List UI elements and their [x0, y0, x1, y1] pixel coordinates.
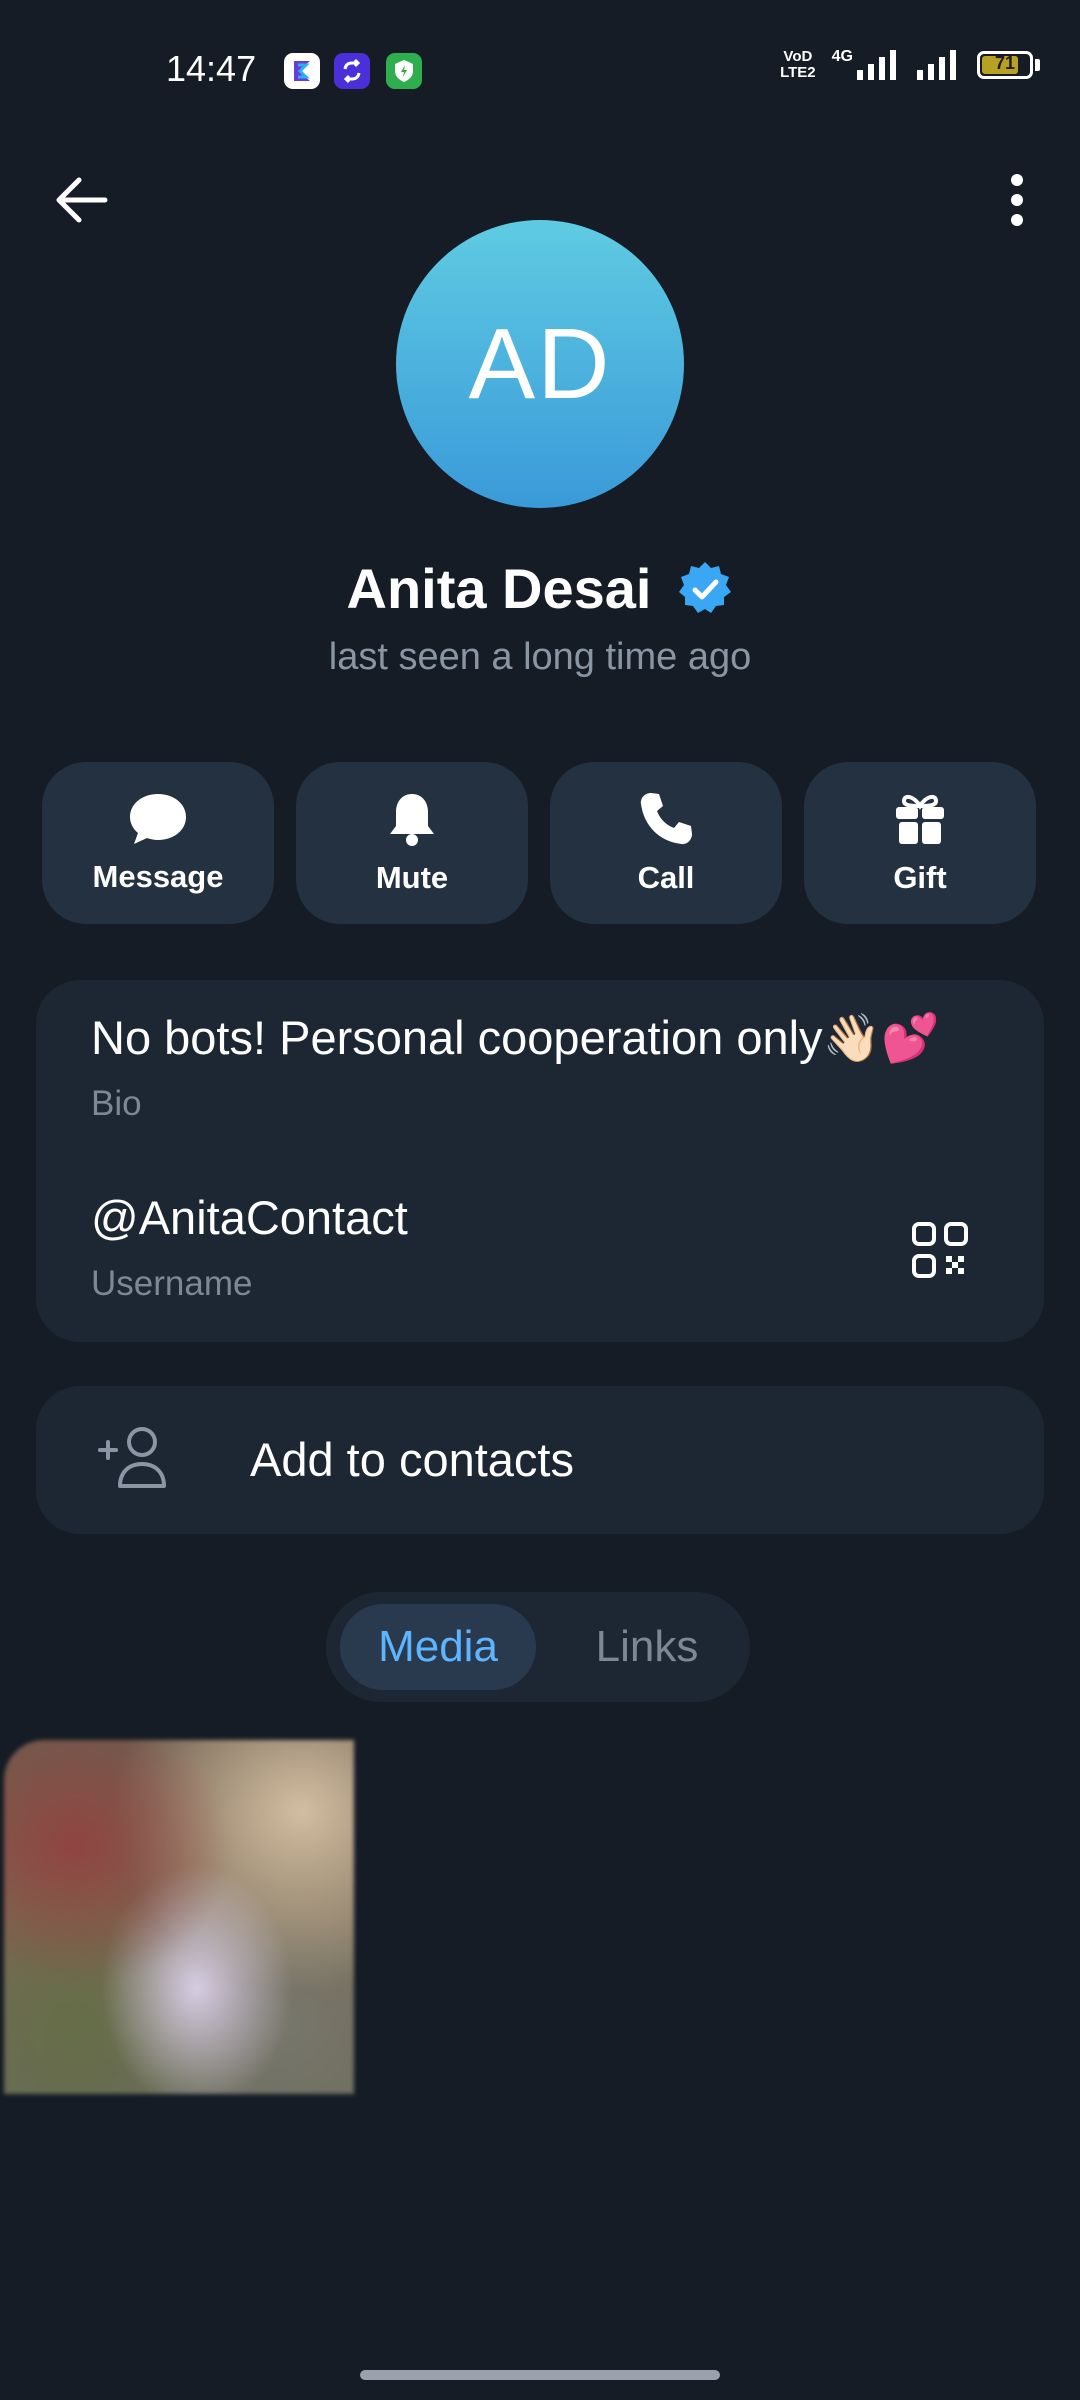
- status-indicators: VoD LTE2 4G 71: [780, 48, 1040, 82]
- profile-info-card: No bots! Personal cooperation only👋🏻💕 Bi…: [36, 980, 1044, 1342]
- battery-level: 71: [994, 53, 1016, 73]
- battery-icon: 71: [977, 51, 1033, 79]
- tab-media[interactable]: Media: [340, 1604, 536, 1690]
- app-notification-icon: [284, 53, 320, 89]
- arrow-left-icon: [56, 177, 108, 223]
- last-seen-status: last seen a long time ago: [328, 636, 752, 678]
- bell-icon: [390, 794, 434, 846]
- sync-app-icon: [334, 53, 370, 89]
- shield-app-icon: [386, 53, 422, 89]
- back-button[interactable]: [48, 168, 118, 232]
- mute-label: Mute: [375, 860, 449, 895]
- media-thumbnail[interactable]: [4, 1740, 354, 2094]
- action-buttons: Message Mute Call Gift: [42, 762, 1038, 924]
- verified-badge-icon[interactable]: [676, 560, 734, 618]
- call-button[interactable]: Call: [550, 762, 782, 924]
- profile-avatar[interactable]: AD: [396, 220, 684, 508]
- gift-icon: [896, 794, 944, 844]
- phone-icon: [640, 793, 692, 845]
- profile-name-row: Anita Desai: [0, 556, 1080, 621]
- profile-name: Anita Desai: [346, 557, 652, 620]
- gift-label: Gift: [893, 860, 947, 895]
- status-time: 14:47: [166, 48, 257, 89]
- tab-links[interactable]: Links: [562, 1604, 732, 1690]
- bio-text[interactable]: No bots! Personal cooperation only👋🏻💕: [91, 1010, 940, 1066]
- media-tabs: Media Links: [326, 1592, 750, 1702]
- more-menu-button[interactable]: [992, 166, 1042, 234]
- message-label: Message: [92, 859, 224, 894]
- signal-strength-2-icon: [917, 50, 956, 80]
- mute-button[interactable]: Mute: [296, 762, 528, 924]
- username-label: Username: [91, 1264, 253, 1303]
- add-to-contacts-label: Add to contacts: [250, 1433, 574, 1486]
- message-button[interactable]: Message: [42, 762, 274, 924]
- gift-button[interactable]: Gift: [804, 762, 1036, 924]
- message-bubble-icon: [130, 794, 186, 844]
- call-label: Call: [637, 860, 695, 895]
- bio-label: Bio: [91, 1084, 142, 1123]
- more-vertical-icon: [1011, 174, 1023, 226]
- username-value[interactable]: @AnitaContact: [91, 1190, 408, 1245]
- home-indicator[interactable]: [360, 2370, 720, 2380]
- add-person-icon: [98, 1427, 166, 1488]
- add-to-contacts-button[interactable]: Add to contacts: [36, 1386, 1044, 1534]
- network-label: VoD LTE2: [780, 48, 816, 81]
- qr-code-icon[interactable]: [910, 1220, 970, 1280]
- signal-strength-icon: 4G: [832, 48, 899, 82]
